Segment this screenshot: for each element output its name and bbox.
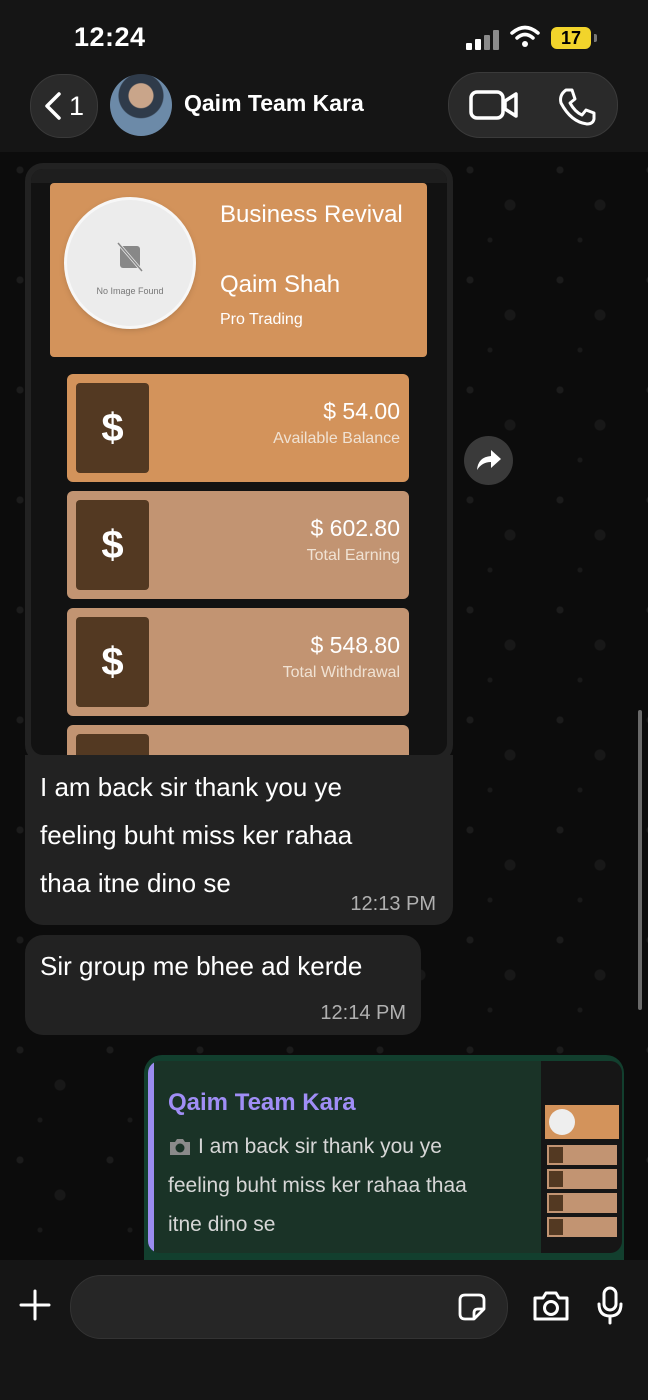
dollar-icon: $: [76, 617, 149, 707]
quoted-message[interactable]: Qaim Team Kara I am back sir thank you y…: [148, 1061, 622, 1253]
no-image-icon: [117, 242, 143, 272]
quote-text: I am back sir thank you ye feeling buht …: [168, 1127, 508, 1244]
stat-caption: Available Balance: [273, 430, 400, 447]
battery-level: 17: [551, 27, 591, 49]
stat-card-total-earning: $ $ 602.80 Total Earning: [67, 491, 409, 599]
thumbnail-card: [547, 1217, 617, 1237]
contact-avatar[interactable]: [110, 74, 172, 136]
shared-screenshot[interactable]: No Image Found Business Revival Qaim Sha…: [31, 169, 447, 755]
thumbnail-card: [547, 1145, 617, 1165]
message-line: I am back sir thank you ye: [40, 772, 343, 802]
stat-card-total-withdrawal: $ $ 548.80 Total Withdrawal: [67, 608, 409, 716]
thumbnail-card: [547, 1193, 617, 1213]
wifi-icon: [510, 25, 540, 47]
incoming-message[interactable]: Sir group me bhee ad kerde 12:14 PM: [25, 935, 421, 1035]
microphone-icon[interactable]: [596, 1286, 624, 1326]
stat-card-partial: [67, 725, 409, 755]
stat-card-available-balance: $ $ 54.00 Available Balance: [67, 374, 409, 482]
stat-amount: $ 602.80: [310, 515, 400, 541]
thumbnail-card: [547, 1169, 617, 1189]
camera-icon: [170, 1139, 190, 1156]
sticker-icon[interactable]: [457, 1292, 487, 1322]
quote-line: feeling buht miss ker rahaa thaa: [168, 1174, 467, 1197]
chat-header: 1 Qaim Team Kara: [0, 70, 648, 152]
status-time: 12:24: [74, 22, 146, 52]
plus-icon[interactable]: [18, 1288, 52, 1322]
profile-placeholder: No Image Found: [67, 200, 193, 326]
camera-icon[interactable]: [532, 1290, 570, 1322]
forward-arrow-icon: [477, 450, 501, 470]
plan-name: Pro Trading: [220, 311, 303, 328]
dollar-icon: $: [76, 383, 149, 473]
message-line: feeling buht miss ker rahaa: [40, 820, 353, 850]
quote-accent-bar: [148, 1061, 154, 1253]
message-line: Sir group me bhee ad kerde: [40, 951, 363, 981]
stat-amount: $ 54.00: [323, 398, 400, 424]
chevron-left-icon: [45, 92, 61, 120]
message-time: 12:14 PM: [320, 1002, 406, 1024]
quote-author: Qaim Team Kara: [168, 1089, 356, 1116]
incoming-message[interactable]: I am back sir thank you ye feeling buht …: [25, 755, 453, 925]
message-line: thaa itne dino se: [40, 868, 231, 898]
dollar-icon: $: [76, 500, 149, 590]
back-button[interactable]: 1: [30, 74, 98, 138]
quote-line: itne dino se: [168, 1213, 276, 1236]
cellular-signal-icon: [466, 30, 500, 50]
unread-count: 1: [69, 91, 85, 121]
video-call-icon[interactable]: [469, 89, 519, 121]
thumbnail-profile-card: [545, 1105, 619, 1139]
quote-thumbnail: [541, 1061, 622, 1253]
message-time: 12:13 PM: [350, 893, 436, 915]
business-name: Business Revival: [220, 201, 403, 228]
scroll-indicator[interactable]: [638, 710, 642, 1010]
outgoing-message[interactable]: Qaim Team Kara I am back sir thank you y…: [144, 1055, 624, 1265]
message-composer: [0, 1260, 648, 1400]
forward-button[interactable]: [464, 436, 513, 485]
stat-caption: Total Earning: [306, 547, 400, 564]
owner-name: Qaim Shah: [220, 271, 341, 298]
dollar-icon: [76, 734, 149, 755]
battery-tip: [594, 34, 597, 42]
quote-line: I am back sir thank you ye: [168, 1127, 508, 1166]
contact-name[interactable]: Qaim Team Kara: [184, 90, 364, 117]
quote-line-text: I am back sir thank you ye: [198, 1135, 442, 1158]
screenshot-top-edge: [31, 169, 447, 183]
no-image-label: No Image Found: [96, 286, 164, 296]
stat-amount: $ 548.80: [310, 632, 400, 658]
phone-call-icon[interactable]: [557, 87, 597, 127]
profile-card: No Image Found Business Revival Qaim Sha…: [50, 183, 427, 357]
call-actions: [448, 72, 618, 138]
message-input[interactable]: [70, 1275, 508, 1339]
status-bar: 12:24 17: [0, 0, 648, 70]
stat-caption: Total Withdrawal: [282, 664, 400, 681]
